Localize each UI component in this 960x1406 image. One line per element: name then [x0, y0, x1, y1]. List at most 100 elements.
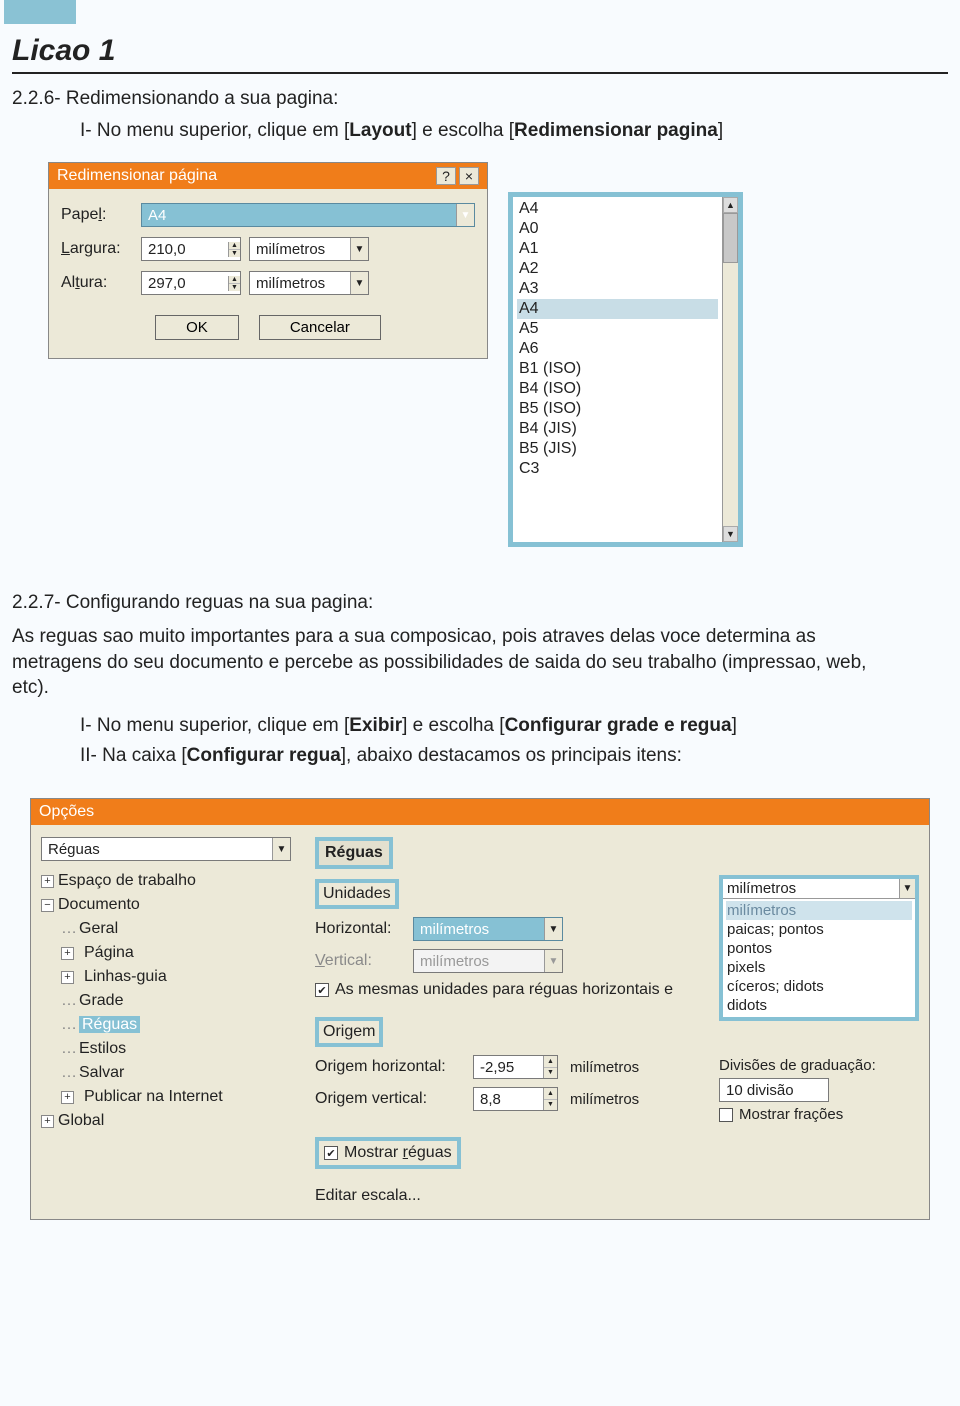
title-rule [12, 72, 948, 74]
altura-label: Altura: [61, 274, 141, 292]
section-227-heading: 2.2.7- Configurando reguas na sua pagina… [12, 592, 948, 614]
close-button[interactable]: × [459, 167, 479, 185]
origem-v-label: Origem vertical: [315, 1090, 465, 1108]
collapse-icon[interactable]: − [41, 899, 54, 912]
section-227-item1: I- No menu superior, clique em [Exibir] … [80, 713, 900, 739]
unit-combo-head[interactable]: milímetros [723, 879, 899, 898]
checkbox-checked-icon[interactable]: ✔ [324, 1146, 338, 1160]
list-item[interactable]: pixels [726, 958, 912, 977]
chevron-down-icon[interactable]: ▼ [350, 272, 368, 294]
largura-input[interactable]: 210,0 ▲▼ [141, 237, 241, 261]
tree-item-estilos[interactable]: Estilos [79, 1040, 126, 1057]
unit-options-listbox[interactable]: milímetros ▼ milímetrospaicas; pontospon… [719, 875, 919, 1021]
panel-title: Réguas [315, 837, 393, 869]
ok-button[interactable]: OK [155, 315, 239, 340]
lesson-title: Licao 1 [12, 34, 960, 68]
list-item[interactable]: A4 [517, 199, 718, 219]
section-226-instruction: I- No menu superior, clique em [Layout] … [80, 120, 948, 142]
horizontal-label: Horizontal: [315, 920, 405, 938]
list-item[interactable]: A2 [517, 259, 718, 279]
list-item[interactable]: B5 (JIS) [517, 439, 718, 459]
list-item[interactable]: pontos [726, 939, 912, 958]
tree-item-salvar[interactable]: Salvar [79, 1064, 124, 1081]
unit-label: milímetros [570, 1059, 639, 1076]
mostrar-reguas-label: Mostrar réguas [344, 1144, 452, 1162]
chevron-down-icon[interactable]: ▼ [456, 204, 474, 226]
tree-item-workspace[interactable]: Espaço de trabalho [58, 869, 196, 893]
mostrar-reguas-checkbox-row[interactable]: ✔ Mostrar réguas [315, 1137, 461, 1169]
checkbox-unchecked-icon[interactable] [719, 1108, 733, 1122]
divisoes-label: Divisões de graduação: [719, 1057, 919, 1074]
resize-page-dialog: Redimensionar página ? × Papel: A4 ▼ Lar… [48, 162, 488, 359]
tree-item-reguas[interactable]: Réguas [79, 1016, 140, 1033]
list-item[interactable]: A5 [517, 319, 718, 339]
list-item[interactable]: A4 [517, 299, 718, 319]
tree-item-grade[interactable]: Grade [79, 992, 123, 1009]
chevron-down-icon[interactable]: ▼ [272, 838, 290, 860]
unit-label: milímetros [570, 1091, 639, 1108]
largura-unit-combo[interactable]: milímetros ▼ [249, 237, 369, 261]
list-item[interactable]: B5 (ISO) [517, 399, 718, 419]
cancel-button[interactable]: Cancelar [259, 315, 381, 340]
papel-label: Papel: [61, 206, 141, 224]
tree-item-publicar[interactable]: Publicar na Internet [84, 1085, 223, 1109]
scroll-thumb[interactable] [723, 213, 738, 263]
header-accent-bar [4, 0, 76, 24]
list-item[interactable]: milímetros [726, 901, 912, 920]
mostrar-fracoes-row[interactable]: Mostrar frações [719, 1106, 919, 1123]
chevron-down-icon[interactable]: ▼ [350, 238, 368, 260]
origem-v-input[interactable]: 8,8 ▲▼ [473, 1087, 558, 1111]
origem-h-input[interactable]: -2,95 ▲▼ [473, 1055, 558, 1079]
editar-escala-link[interactable]: Editar escala... [315, 1187, 919, 1205]
divisoes-group: Divisões de graduação: 10 divisão Mostra… [719, 1057, 919, 1123]
list-item[interactable]: A1 [517, 239, 718, 259]
scroll-up-icon[interactable]: ▲ [723, 197, 738, 213]
section-227-paragraph: As reguas sao muito importantes para a s… [12, 624, 900, 701]
horizontal-combo[interactable]: milímetros ▼ [413, 917, 563, 941]
expand-icon[interactable]: + [61, 947, 74, 960]
options-dialog: Opções Réguas ▼ +Espaço de trabalho −Doc… [30, 798, 930, 1220]
papel-combo[interactable]: A4 ▼ [141, 203, 475, 227]
dialog1-title: Redimensionar página [57, 167, 217, 185]
altura-unit-combo[interactable]: milímetros ▼ [249, 271, 369, 295]
expand-icon[interactable]: + [41, 1115, 54, 1128]
list-item[interactable]: cíceros; didots [726, 977, 912, 996]
scroll-down-icon[interactable]: ▼ [723, 526, 738, 542]
origem-h-label: Origem horizontal: [315, 1058, 465, 1076]
list-item[interactable]: B1 (ISO) [517, 359, 718, 379]
same-units-label: As mesmas unidades para réguas horizonta… [335, 981, 673, 999]
altura-input[interactable]: 297,0 ▲▼ [141, 271, 241, 295]
tree-item-linhasguia[interactable]: Linhas-guia [84, 965, 167, 989]
list-item[interactable]: C3 [517, 459, 718, 479]
list-item[interactable]: didots [726, 996, 912, 1015]
tree-item-pagina[interactable]: Página [84, 941, 134, 965]
list-item[interactable]: B4 (JIS) [517, 419, 718, 439]
list-item[interactable]: paicas; pontos [726, 920, 912, 939]
checkbox-checked-icon[interactable]: ✔ [315, 983, 329, 997]
chevron-down-icon[interactable]: ▼ [899, 879, 915, 898]
section-226-heading: 2.2.6- Redimensionando a sua pagina: [12, 88, 948, 110]
options-tree[interactable]: +Espaço de trabalho −Documento …Geral +P… [41, 869, 291, 1133]
expand-icon[interactable]: + [41, 875, 54, 888]
divisoes-input[interactable]: 10 divisão [719, 1078, 829, 1102]
scrollbar[interactable]: ▲ ▼ [722, 197, 738, 542]
tree-item-global[interactable]: Global [58, 1109, 104, 1133]
expand-icon[interactable]: + [61, 1091, 74, 1104]
expand-icon[interactable]: + [61, 971, 74, 984]
vertical-label: Vertical: [315, 952, 405, 970]
list-item[interactable]: A0 [517, 219, 718, 239]
list-item[interactable]: B4 (ISO) [517, 379, 718, 399]
section-227-item2: II- Na caixa [Configurar regua], abaixo … [80, 743, 900, 769]
list-item[interactable]: A6 [517, 339, 718, 359]
list-item[interactable]: A3 [517, 279, 718, 299]
tree-item-document[interactable]: Documento [58, 893, 140, 917]
chevron-down-icon[interactable]: ▼ [544, 918, 562, 940]
paper-size-listbox[interactable]: A4A0A1A2A3A4A5A6B1 (ISO)B4 (ISO)B5 (ISO)… [508, 192, 743, 547]
tree-item-geral[interactable]: Geral [79, 920, 118, 937]
dialog1-area: Redimensionar página ? × Papel: A4 ▼ Lar… [48, 162, 908, 562]
vertical-combo: milímetros ▼ [413, 949, 563, 973]
help-button[interactable]: ? [436, 167, 456, 185]
chevron-down-icon: ▼ [544, 950, 562, 972]
largura-label: Largura: [61, 240, 141, 258]
tree-selector-combo[interactable]: Réguas ▼ [41, 837, 291, 861]
